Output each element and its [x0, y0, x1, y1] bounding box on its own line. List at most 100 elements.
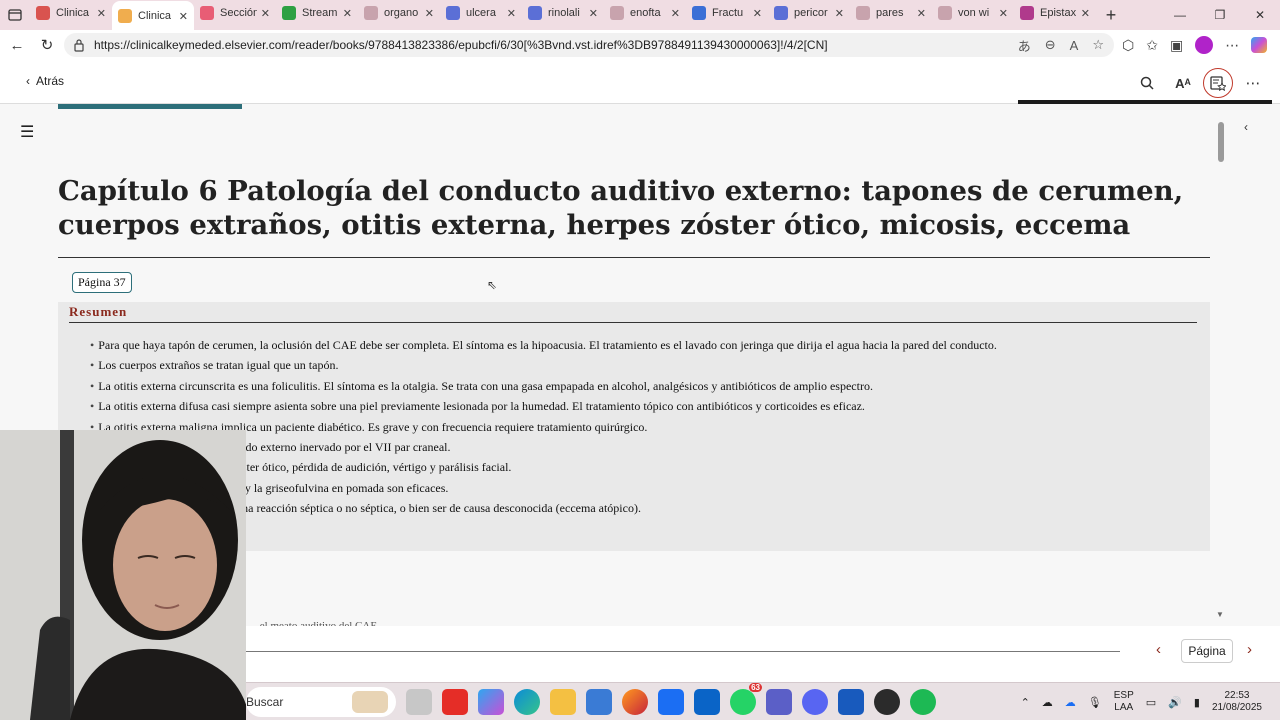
windows-taskbar: Buscar 63 ⌃ ☁ ☁ 🎙 ESP LAA ▭ 🔊 ▮ 22:53 21… [246, 682, 1280, 720]
copilot-icon[interactable] [1251, 37, 1268, 53]
minimize-icon[interactable]: — [1160, 0, 1200, 30]
close-window-icon[interactable]: ✕ [1240, 0, 1280, 30]
browser-tab[interactable]: rinolali ✕ [522, 0, 604, 27]
close-tab-icon[interactable]: ✕ [343, 7, 352, 20]
window-controls: — ❐ ✕ [1160, 0, 1280, 30]
close-tab-icon[interactable]: ✕ [179, 10, 188, 23]
annotations-icon[interactable] [1203, 68, 1233, 98]
page-scrubber[interactable] [246, 651, 1120, 652]
system-tray: ⌃ ☁ ☁ 🎙 ESP LAA ▭ 🔊 ▮ 22:53 21/08/2025 [1021, 683, 1262, 720]
tab-title: rinolali [548, 7, 580, 19]
language-indicator[interactable]: ESP LAA [1114, 690, 1134, 714]
onedrive-icon[interactable]: ☁ [1042, 696, 1053, 709]
youtube-icon[interactable] [442, 689, 468, 715]
url-text: https://clinicalkeymeded.elsevier.com/re… [94, 38, 828, 52]
close-tab-icon[interactable]: ✕ [671, 7, 680, 20]
taskbar-search[interactable]: Buscar [246, 687, 396, 717]
notification-badge: 63 [749, 683, 762, 692]
url-field[interactable]: https://clinicalkeymeded.elsevier.com/re… [64, 33, 1114, 57]
scrollbar-thumb[interactable] [1218, 122, 1224, 162]
page-button[interactable]: Página [1181, 639, 1233, 663]
whatsapp-icon[interactable]: 63 [730, 683, 762, 715]
browser-tab[interactable]: Clinica ✕ [112, 1, 194, 31]
close-tab-icon[interactable]: ✕ [917, 7, 926, 20]
file-explorer-icon[interactable] [550, 689, 576, 715]
firefox-icon[interactable] [622, 689, 648, 715]
close-tab-icon[interactable]: ✕ [999, 7, 1008, 20]
chatgpt-icon[interactable] [874, 689, 900, 715]
store-icon[interactable] [586, 689, 612, 715]
tab-favicon-icon [856, 6, 870, 20]
browser-tab[interactable]: pericor ✕ [768, 0, 850, 27]
tab-title: Fractu [712, 7, 744, 19]
tab-favicon-icon [774, 6, 788, 20]
browser-tab[interactable]: Epistax ✕ [1014, 0, 1096, 27]
tab-favicon-icon [446, 6, 460, 20]
browser-tab[interactable]: von wi ✕ [932, 0, 1014, 27]
read-aloud-icon[interactable]: A [1070, 38, 1079, 53]
browser-tab[interactable]: pares ✕ [850, 0, 932, 27]
browser-tab[interactable]: Fractu ✕ [686, 0, 768, 27]
scroll-down-arrow-icon[interactable]: ▼ [1216, 610, 1224, 619]
omnibox-tools: あ ⊖ A ☆ [1018, 33, 1104, 57]
maximize-icon[interactable]: ❐ [1200, 0, 1240, 30]
summary-heading: Resumen [69, 304, 128, 319]
close-tab-icon[interactable]: ✕ [261, 7, 270, 20]
tab-favicon-icon [118, 9, 132, 23]
close-tab-icon[interactable]: ✕ [835, 7, 844, 20]
table-of-contents-icon[interactable]: ☰ [20, 122, 34, 142]
network-icon[interactable]: ▭ [1146, 696, 1156, 709]
close-tab-icon[interactable]: ✕ [97, 7, 106, 20]
cloud-icon[interactable]: ☁ [1065, 696, 1076, 709]
back-arrow-icon[interactable]: ← [2, 30, 32, 60]
close-tab-icon[interactable]: ✕ [753, 7, 762, 20]
task-view-icon[interactable] [406, 689, 432, 715]
tab-actions-button[interactable] [0, 0, 30, 30]
clock[interactable]: 22:53 21/08/2025 [1212, 690, 1262, 714]
dropbox-icon[interactable] [658, 689, 684, 715]
browser-tab[interactable]: Stream ✕ [276, 0, 358, 27]
browser-tab[interactable]: ulcera ✕ [440, 0, 522, 27]
favorite-star-icon[interactable]: ☆ [1092, 37, 1104, 53]
battery-icon[interactable]: ▮ [1194, 696, 1200, 709]
back-button[interactable]: ‹ Atrás [26, 74, 64, 88]
teams-icon[interactable] [766, 689, 792, 715]
text-size-icon[interactable]: Aᴬ [1170, 70, 1196, 96]
next-page-icon[interactable]: › [1247, 641, 1252, 658]
site-info-icon[interactable] [72, 38, 86, 52]
browser-tab[interactable]: Sección ✕ [194, 0, 276, 27]
profile-avatar[interactable] [1195, 36, 1214, 54]
tab-favicon-icon [938, 6, 952, 20]
copilot-app-icon[interactable] [478, 689, 504, 715]
close-tab-icon[interactable]: ✕ [425, 7, 434, 20]
browser-tab[interactable]: enofta ✕ [604, 0, 686, 27]
new-tab-button[interactable]: + [1096, 0, 1126, 30]
close-tab-icon[interactable]: ✕ [589, 7, 598, 20]
discord-icon[interactable] [802, 689, 828, 715]
collections-icon[interactable]: ▣ [1170, 37, 1183, 54]
more-menu-icon[interactable]: ⋯ [1225, 37, 1239, 54]
word-icon[interactable] [838, 689, 864, 715]
spotify-icon[interactable] [910, 689, 936, 715]
collapse-panel-icon[interactable]: ‹ [1244, 120, 1248, 134]
extensions-icon[interactable]: ⬡ [1122, 37, 1134, 54]
close-tab-icon[interactable]: ✕ [507, 7, 516, 20]
edge-icon[interactable] [514, 689, 540, 715]
microphone-icon[interactable]: 🎙 [1088, 696, 1102, 709]
reload-icon[interactable]: ↻ [32, 30, 62, 60]
outlook-icon[interactable] [694, 689, 720, 715]
tray-overflow-icon[interactable]: ⌃ [1021, 696, 1030, 709]
summary-item: La otitis externa difusa casi siempre as… [90, 396, 997, 416]
browser-tab[interactable]: Clinica ✕ [30, 0, 112, 27]
previous-page-icon[interactable]: ‹ [1156, 641, 1161, 658]
volume-icon[interactable]: 🔊 [1168, 696, 1182, 709]
browser-tab[interactable]: organo ✕ [358, 0, 440, 27]
favorites-icon[interactable]: ✩ [1146, 37, 1158, 54]
title-divider [58, 257, 1210, 258]
more-options-icon[interactable]: ⋯ [1240, 70, 1266, 96]
zoom-icon[interactable]: ⊖ [1045, 37, 1056, 53]
tab-title: Clinica [56, 7, 90, 19]
search-icon[interactable] [1134, 70, 1160, 96]
close-tab-icon[interactable]: ✕ [1081, 7, 1090, 20]
translate-icon[interactable]: あ [1018, 36, 1031, 55]
